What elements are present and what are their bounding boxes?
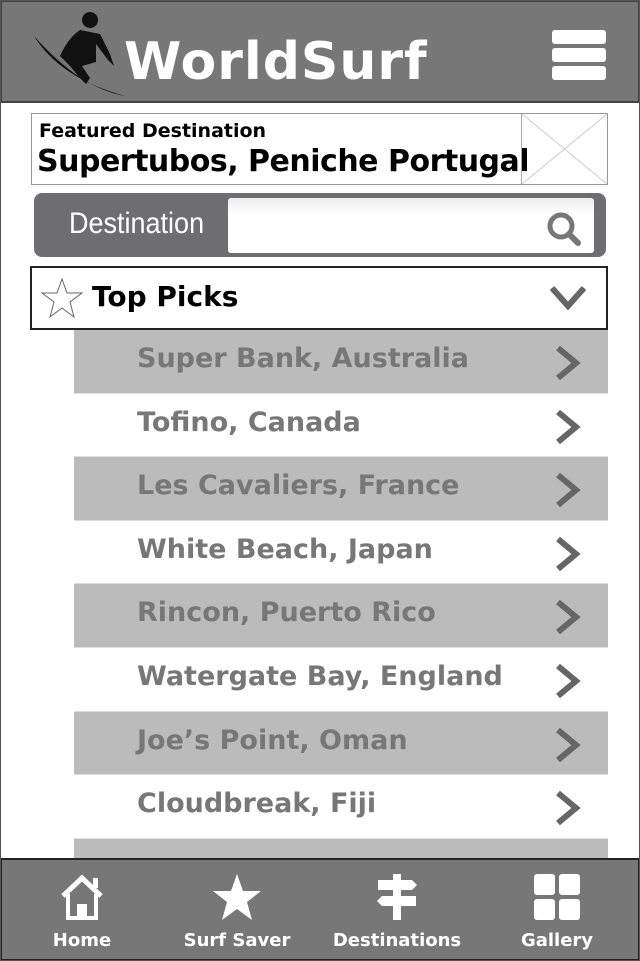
list-item-label: Les Cavaliers, France bbox=[137, 470, 460, 502]
chevron-right-icon bbox=[556, 345, 581, 381]
bottom-nav: Home Surf Saver Destinations Gallery bbox=[0, 858, 640, 961]
list-item[interactable]: Rincon, Puerto Rico bbox=[74, 584, 608, 648]
nav-gallery[interactable]: Gallery bbox=[477, 860, 637, 960]
home-icon bbox=[61, 874, 103, 920]
app-header: WorldSurf bbox=[0, 0, 640, 103]
chevron-right-icon bbox=[556, 536, 581, 572]
chevron-right-icon bbox=[556, 472, 581, 508]
featured-label: Featured Destination bbox=[39, 120, 267, 142]
list-item[interactable]: Tofino, Canada bbox=[74, 393, 608, 458]
chevron-right-icon bbox=[556, 409, 581, 444]
list-item-label: Super Bank, Australia bbox=[137, 343, 470, 374]
top-picks-list: Super Bank, Australia Tofino, Canada Les C… bbox=[74, 330, 608, 903]
signpost-icon bbox=[377, 874, 417, 920]
list-item-label: Rincon, Puerto Rico bbox=[137, 597, 436, 629]
chevron-right-icon bbox=[556, 663, 581, 699]
list-item-label: Watergate Bay, England bbox=[137, 660, 503, 692]
list-item[interactable]: Les Cavaliers, France bbox=[74, 457, 608, 521]
search-input[interactable] bbox=[228, 198, 594, 253]
star-icon bbox=[213, 874, 261, 920]
search-label: Destination bbox=[69, 207, 205, 240]
hamburger-menu-icon[interactable] bbox=[552, 30, 606, 84]
list-item-label: Joe’s Point, Oman bbox=[137, 724, 408, 756]
destination-search: Destination bbox=[34, 193, 606, 257]
nav-label: Gallery bbox=[520, 930, 594, 951]
chevron-right-icon bbox=[556, 790, 581, 826]
top-picks-label: Top Picks bbox=[92, 280, 239, 313]
list-item-label: White Beach, Japan bbox=[137, 533, 433, 565]
nav-destinations[interactable]: Destinations bbox=[317, 860, 477, 960]
star-outline-icon bbox=[40, 277, 84, 319]
featured-name: Supertubos, Peniche Portugal bbox=[37, 144, 530, 179]
list-item[interactable]: Watergate Bay, England bbox=[74, 647, 608, 712]
image-placeholder-icon bbox=[521, 114, 607, 184]
grid-icon bbox=[534, 874, 580, 920]
nav-label: Destinations bbox=[332, 930, 462, 951]
list-item[interactable]: White Beach, Japan bbox=[74, 520, 608, 585]
chevron-down-icon[interactable] bbox=[548, 282, 588, 312]
nav-home[interactable]: Home bbox=[2, 860, 162, 960]
nav-label: Home bbox=[52, 930, 112, 951]
list-item[interactable]: Super Bank, Australia bbox=[74, 330, 608, 394]
chevron-right-icon bbox=[556, 600, 581, 635]
list-item-label: Cloudbreak, Fiji bbox=[137, 788, 377, 820]
brand-title: WorldSurf bbox=[124, 32, 428, 92]
nav-label: Surf Saver bbox=[183, 930, 291, 951]
search-icon[interactable] bbox=[544, 209, 584, 249]
list-item-label: Tofino, Canada bbox=[137, 406, 361, 438]
top-picks-header[interactable]: Top Picks bbox=[30, 266, 608, 330]
surfer-logo-icon bbox=[34, 12, 125, 96]
featured-destination[interactable]: Featured Destination Supertubos, Peniche… bbox=[31, 113, 608, 185]
chevron-right-icon bbox=[556, 727, 581, 762]
nav-surf-saver[interactable]: Surf Saver bbox=[157, 860, 317, 960]
list-item[interactable]: Cloudbreak, Fiji bbox=[74, 775, 608, 839]
list-item[interactable]: Joe’s Point, Oman bbox=[74, 711, 608, 776]
